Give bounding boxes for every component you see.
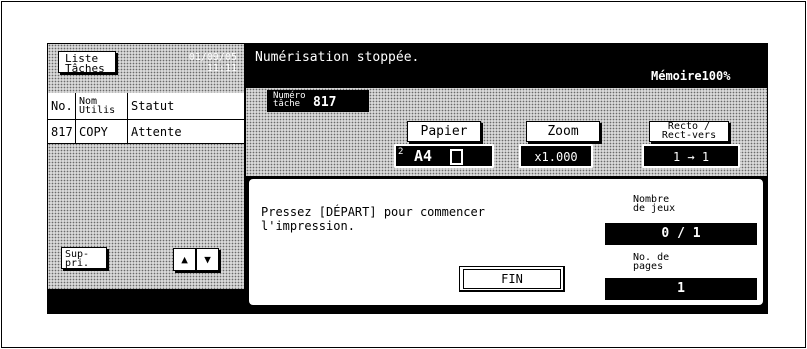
duplex-value: 1 → 1 — [672, 150, 710, 164]
column-header-no: No. — [48, 93, 76, 120]
arrow-up-icon: ▲ — [181, 253, 188, 266]
delete-button[interactable]: Sup- pri. — [61, 247, 107, 269]
table-row-user[interactable]: COPY — [76, 120, 128, 144]
zoom-button[interactable]: Zoom — [526, 121, 600, 142]
paper-value-box: 2 A4 — [394, 144, 494, 168]
sets-value: 0 / 1 — [605, 223, 757, 245]
memory-indicator: Mémoire100% — [651, 69, 731, 83]
pages-value: 1 — [605, 278, 757, 300]
arrow-down-icon: ▼ — [204, 253, 211, 266]
column-header-status: Statut — [128, 93, 244, 120]
zoom-value: x1.000 — [534, 150, 578, 164]
zoom-value-box: x1.000 — [519, 144, 593, 168]
date-display: 01/09/05 — [188, 52, 237, 63]
left-panel-footer — [48, 289, 244, 309]
table-row-number[interactable]: 817 — [48, 120, 76, 144]
control-panel-screen: Liste Tâches 01/09/05 11:11 No. Nom Util… — [47, 43, 768, 314]
paper-button[interactable]: Papier — [407, 121, 481, 142]
dialog-message: Pressez [DÉPART] pour commencer l'impres… — [261, 205, 485, 233]
job-number-value: 817 — [313, 95, 337, 110]
time-display: 11:11 — [206, 63, 237, 74]
paper-tray-number: 2 — [398, 147, 404, 157]
duplex-value-box: 1 → 1 — [642, 144, 740, 168]
status-message: Numérisation stoppée. — [255, 50, 420, 65]
job-list-button[interactable]: Liste Tâches — [58, 51, 116, 74]
sets-label: Nombre de jeux — [633, 194, 676, 214]
scroll-down-button[interactable]: ▼ — [196, 248, 219, 271]
column-header-user: Nom Utilis — [76, 93, 128, 120]
fin-button[interactable]: FIN — [463, 269, 561, 289]
duplex-button[interactable]: Recto / Rect-vers — [649, 121, 729, 142]
table-row-status[interactable]: Attente — [128, 120, 244, 144]
paper-size-value: A4 — [414, 147, 433, 165]
pages-label: No. de pages — [633, 252, 670, 272]
confirmation-dialog: Pressez [DÉPART] pour commencer l'impres… — [247, 177, 765, 307]
scroll-up-button[interactable]: ▲ — [173, 248, 196, 271]
job-number-label: Numéro tâche — [273, 91, 306, 109]
portrait-page-icon — [450, 149, 463, 165]
